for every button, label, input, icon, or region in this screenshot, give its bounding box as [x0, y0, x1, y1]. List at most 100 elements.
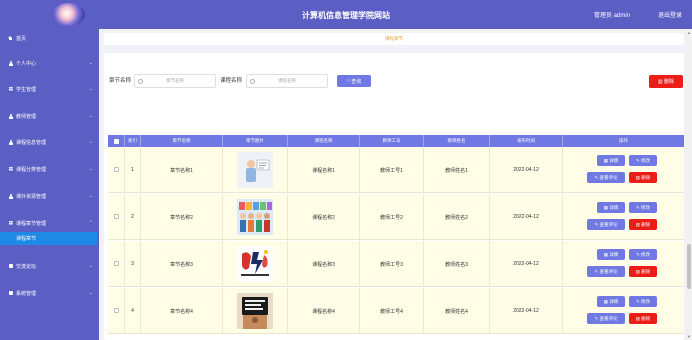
row-select-cell [108, 288, 125, 334]
row-teacher-name: 教师姓名4 [424, 288, 490, 334]
row-checkbox[interactable] [114, 261, 119, 266]
grid-icon [8, 221, 13, 226]
delete-button[interactable]: ▥ 删除 [629, 219, 657, 230]
sidebar-item-chapters[interactable]: 课程章节管理 ⌃ [0, 216, 99, 230]
row-date: 2022-04-12 [490, 241, 563, 287]
sidebar-item-label: 课外资源管理 [16, 193, 47, 200]
row-checkbox[interactable] [114, 308, 119, 313]
view-comments-button[interactable]: ✎ 查看评论 [587, 313, 625, 324]
sidebar-item-resources[interactable]: 课外资源管理 ⌄ [0, 189, 99, 203]
logout-button[interactable]: 退出登录 [658, 10, 682, 19]
scroll-down-icon[interactable]: ▼ [687, 334, 691, 339]
chevron-down-icon: ⌄ [88, 86, 93, 92]
sidebar-item-course-category[interactable]: 课程分类管理 ⌄ [0, 162, 99, 176]
table-row: 4 章节名称4 课程名称4 教师工号4 教师姓名4 2022-04-12 ▦ 详… [108, 288, 684, 334]
row-date: 2022-04-12 [490, 288, 563, 334]
sidebar-item-label: 课程信息管理 [16, 139, 47, 146]
sidebar-item-home[interactable]: 首页 [0, 31, 99, 45]
user-icon [8, 60, 13, 66]
chapter-thumbnail[interactable] [237, 246, 273, 282]
edit-button[interactable]: ✎ 修改 [629, 249, 657, 260]
detail-button[interactable]: ▦ 详情 [597, 155, 625, 166]
row-select-cell [108, 241, 125, 287]
home-icon [8, 36, 13, 41]
delete-button[interactable]: ▥ 删除 [629, 172, 657, 183]
row-course: 课程名称3 [288, 241, 360, 287]
sidebar-item-label: 系统管理 [16, 290, 37, 297]
select-all-cell [108, 135, 125, 147]
table-row: 1 章节名称1 课程名称1 教师工号1 教师姓名1 2022-04-12 ▦ 详… [108, 147, 684, 193]
app-title: 计算机信息管理学院网站 [302, 11, 390, 20]
row-chapter: 章节名称1 [141, 147, 223, 193]
detail-button[interactable]: ▦ 详情 [597, 249, 625, 260]
scroll-up-icon[interactable]: ▲ [687, 30, 691, 35]
delete-button[interactable]: ▥ 删除 [629, 313, 657, 324]
row-index: 1 [125, 147, 141, 193]
row-checkbox[interactable] [114, 214, 119, 219]
row-chapter: 章节名称4 [141, 288, 223, 334]
edit-button[interactable]: ✎ 修改 [629, 155, 657, 166]
course-name-label: 课程名称 [220, 78, 243, 84]
chapter-name-label: 章节名称 [109, 78, 132, 84]
edit-button[interactable]: ✎ 修改 [629, 202, 657, 213]
chevron-down-icon: ⌄ [88, 139, 93, 145]
batch-delete-button[interactable]: ▥ 删除 [649, 75, 683, 88]
chapter-thumbnail[interactable] [237, 293, 273, 329]
detail-button[interactable]: ▦ 详情 [597, 202, 625, 213]
delete-button[interactable]: ▥ 删除 [629, 266, 657, 277]
current-user: 管理员 admin [593, 13, 630, 19]
row-image-cell [223, 241, 288, 287]
sidebar-item-course-info[interactable]: 课程信息管理 ⌄ [0, 135, 99, 149]
chevron-down-icon: ⌄ [88, 193, 93, 199]
view-comments-button[interactable]: ✎ 查看评论 [587, 219, 625, 230]
row-image-cell [223, 194, 288, 240]
col-header-chapter: 章节名称 [141, 135, 223, 147]
sidebar-item-students[interactable]: 学生管理 ⌄ [0, 82, 99, 96]
sidebar-item-label: 课程分类管理 [16, 166, 47, 173]
row-teacher-id: 教师工号1 [360, 147, 424, 193]
scrollbar-thumb[interactable] [687, 244, 691, 289]
sidebar-subitem-chapters[interactable]: 课程章节 [0, 232, 97, 245]
col-header-course: 课程名称 [288, 135, 360, 147]
sidebar-item-teachers[interactable]: 教师管理 ⌄ [0, 109, 99, 123]
row-checkbox[interactable] [114, 167, 119, 172]
row-select-cell [108, 147, 125, 193]
chapter-thumbnail[interactable] [237, 152, 273, 188]
search-button[interactable]: ○ 查询 [337, 75, 371, 87]
top-header: 计算机信息管理学院网站 管理员 admin 退出登录 [0, 0, 692, 29]
sidebar-item-personal-center[interactable]: 个人中心 ⌄ [0, 56, 99, 70]
row-date: 2022-04-12 [490, 194, 563, 240]
row-chapter: 章节名称2 [141, 194, 223, 240]
row-chapter: 章节名称3 [141, 241, 223, 287]
row-teacher-id: 教师工号2 [360, 194, 424, 240]
course-name-input[interactable]: 课程名称 [246, 74, 328, 88]
edit-button[interactable]: ✎ 修改 [629, 296, 657, 307]
sidebar-item-forum[interactable]: 交流论坛 ⌄ [0, 259, 99, 273]
row-course: 课程名称2 [288, 194, 360, 240]
chevron-down-icon: ⌄ [88, 166, 93, 172]
view-comments-button[interactable]: ✎ 查看评论 [587, 266, 625, 277]
row-index: 2 [125, 194, 141, 240]
sidebar-nav: 首页 个人中心 ⌄ 学生管理 ⌄ 教师管理 ⌄ 课程信息管理 ⌄ 课程分类管理 … [0, 29, 99, 340]
col-header-index: 索引 [125, 135, 141, 147]
chapter-thumbnail[interactable] [237, 199, 273, 235]
page-scrollbar[interactable]: ▲ ▼ [686, 29, 692, 340]
chevron-down-icon: ⌄ [88, 290, 93, 296]
col-header-actions: 操作 [619, 138, 628, 143]
user-icon [8, 139, 13, 145]
main-content: 课程章节 章节名称 章节名称 课程名称 课程名称 ○ 查询 ▥ 删除 索引 章节… [99, 29, 686, 340]
grid-icon [8, 87, 13, 92]
sidebar-item-label: 教师管理 [16, 113, 37, 120]
chapter-name-input[interactable]: 章节名称 [134, 74, 216, 88]
row-image-cell [223, 147, 288, 193]
sidebar-item-system[interactable]: 系统管理 ⌄ [0, 286, 99, 300]
sidebar-item-label: 学生管理 [16, 86, 37, 93]
breadcrumb: 课程章节 [104, 33, 684, 45]
col-header-date: 发布时间 [490, 135, 563, 147]
view-comments-button[interactable]: ✎ 查看评论 [587, 172, 625, 183]
chevron-down-icon: ⌄ [88, 60, 93, 66]
sidebar-item-label: 交流论坛 [16, 263, 37, 270]
row-actions: ▦ 详情 ✎ 修改 ✎ 查看评论 ▥ 删除 [563, 147, 684, 193]
detail-button[interactable]: ▦ 详情 [597, 296, 625, 307]
select-all-checkbox[interactable] [114, 138, 119, 144]
